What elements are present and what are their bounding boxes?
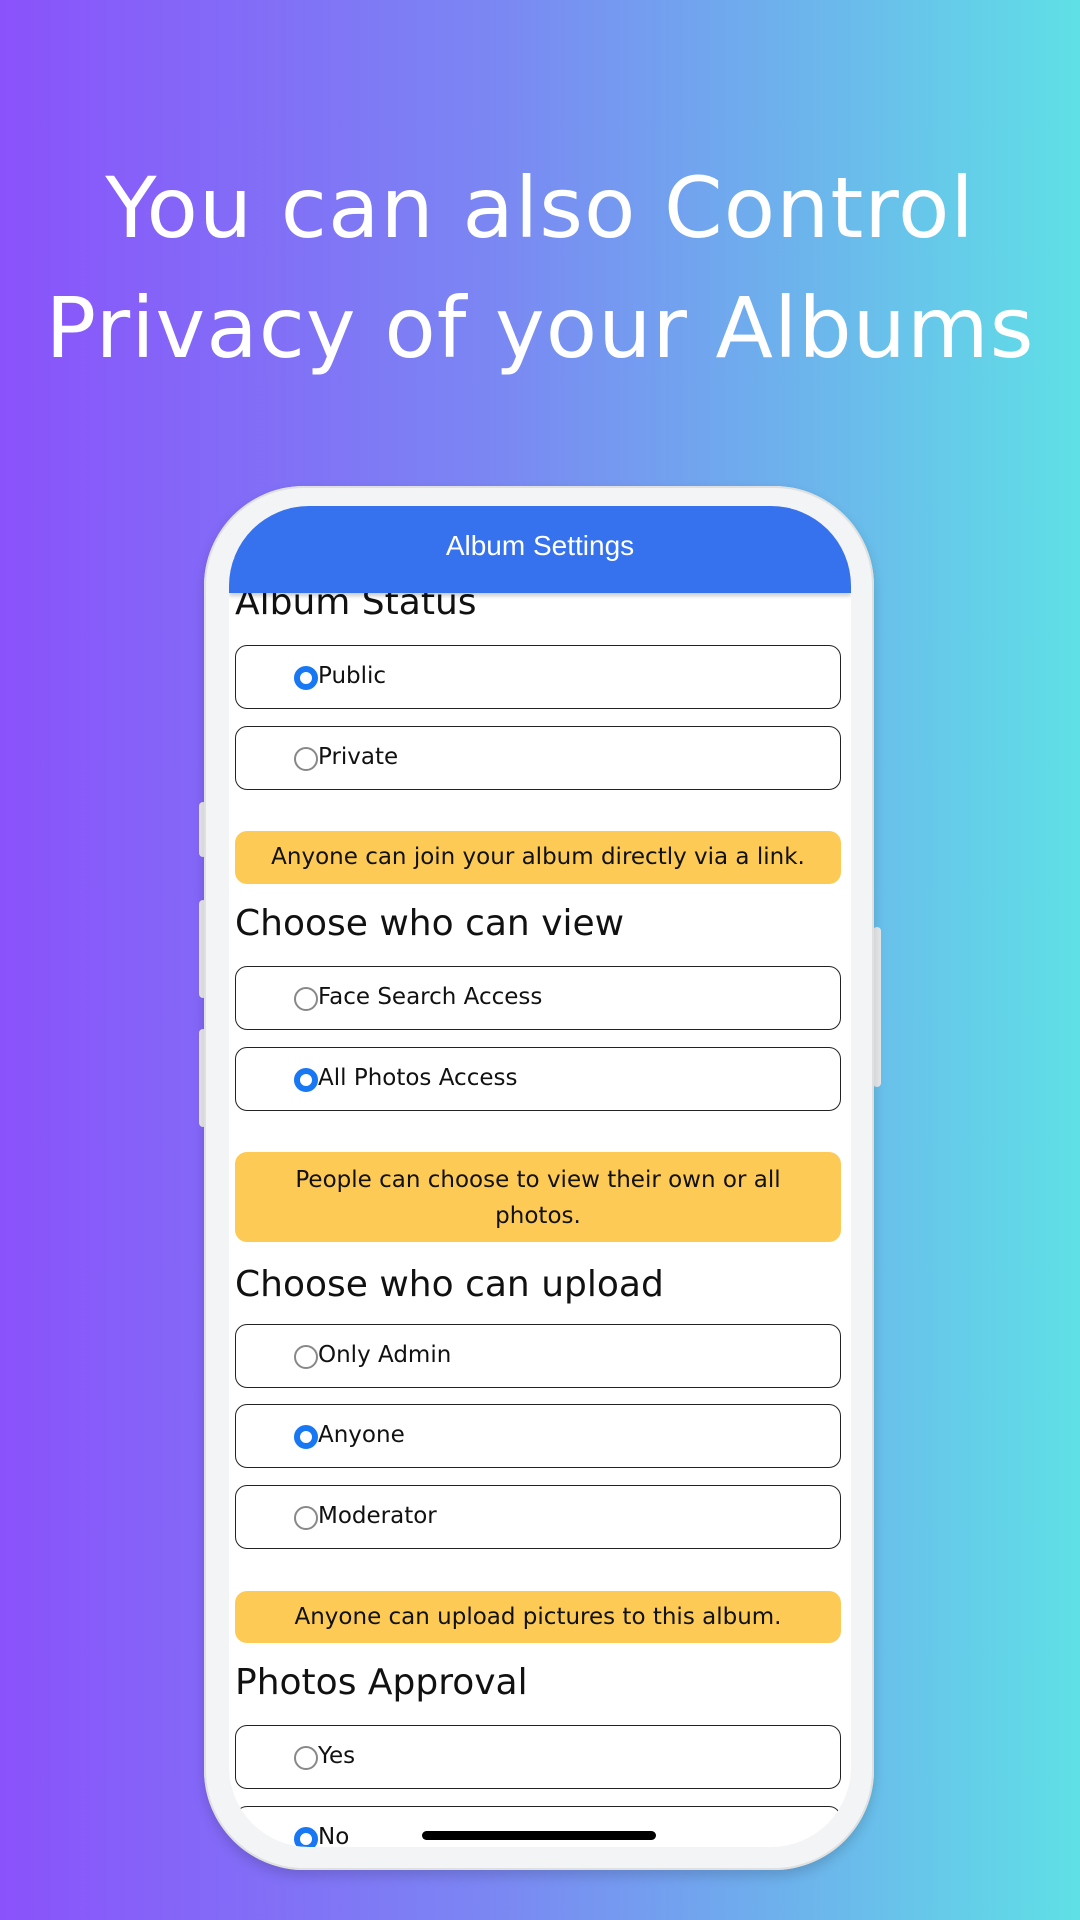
radio-selected-icon[interactable] <box>294 1068 318 1092</box>
info-banner: Anyone can upload pictures to this album… <box>235 1591 841 1643</box>
radio-unselected-icon[interactable] <box>294 1746 318 1770</box>
info-banner: People can choose to view their own or a… <box>235 1152 841 1242</box>
section-title: Choose who can view <box>235 903 625 944</box>
phone-screen: ‹ Album Settings Album StatusPublicPriva… <box>229 506 851 1847</box>
radio-option[interactable]: Moderator <box>235 1485 841 1549</box>
radio-option-label: Only Admin <box>318 1342 452 1368</box>
radio-option-label: Public <box>318 663 387 689</box>
radio-option[interactable]: Face Search Access <box>235 966 841 1030</box>
radio-selected-icon[interactable] <box>294 1425 318 1449</box>
headline-line-1: You can also Control <box>105 159 975 257</box>
radio-option[interactable]: All Photos Access <box>235 1047 841 1111</box>
radio-selected-icon[interactable] <box>294 1827 318 1847</box>
app-bar: ‹ Album Settings <box>229 506 851 593</box>
radio-unselected-icon[interactable] <box>294 987 318 1011</box>
radio-unselected-icon[interactable] <box>294 1506 318 1530</box>
radio-option-label: Anyone <box>318 1422 405 1448</box>
radio-unselected-icon[interactable] <box>294 1345 318 1369</box>
radio-option-label: Private <box>318 744 399 770</box>
radio-option[interactable]: No <box>235 1806 841 1847</box>
radio-option[interactable]: Yes <box>235 1725 841 1789</box>
phone-side-button <box>873 927 881 1087</box>
info-banner: Anyone can join your album directly via … <box>235 831 841 884</box>
home-indicator[interactable] <box>422 1831 656 1840</box>
radio-option-label: Moderator <box>318 1503 437 1529</box>
section-title: Choose who can upload <box>235 1264 664 1305</box>
radio-unselected-icon[interactable] <box>294 747 318 771</box>
radio-selected-icon[interactable] <box>294 666 318 690</box>
headline-line-2: Privacy of your Albums <box>45 279 1035 377</box>
radio-option-label: No <box>318 1824 350 1847</box>
radio-option-label: Face Search Access <box>318 984 543 1010</box>
app-bar-title: Album Settings <box>445 530 635 561</box>
headline: You can also Control Privacy of your Alb… <box>0 148 1080 388</box>
radio-option-label: Yes <box>318 1743 356 1769</box>
section-title: Photos Approval <box>235 1662 528 1703</box>
radio-option[interactable]: Public <box>235 645 841 709</box>
radio-option[interactable]: Anyone <box>235 1404 841 1468</box>
radio-option[interactable]: Only Admin <box>235 1324 841 1388</box>
radio-option-label: All Photos Access <box>318 1065 518 1091</box>
radio-option[interactable]: Private <box>235 726 841 790</box>
